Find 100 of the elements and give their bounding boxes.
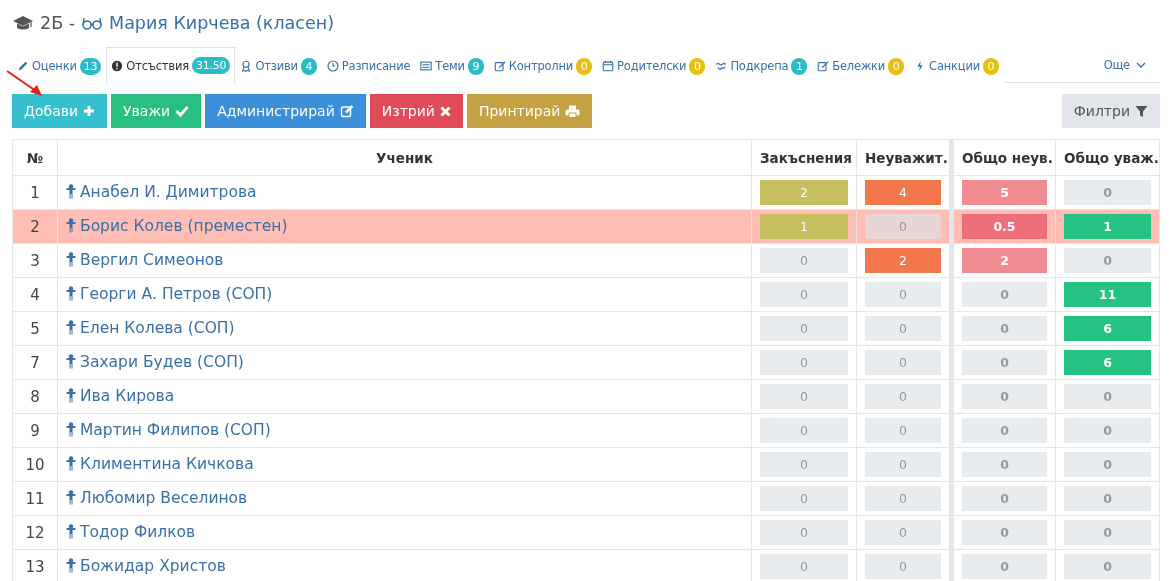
count-badge: 4 [300, 57, 317, 75]
count-badge: 13 [79, 57, 102, 75]
column-header: Закъснения [751, 139, 857, 176]
count-badge: 0 [962, 486, 1047, 511]
count-badge: 0 [888, 57, 905, 75]
count-badge: 0 [865, 384, 941, 409]
count-badge: 0 [865, 282, 941, 307]
calendar-icon [602, 59, 615, 73]
count-badge: 0 [865, 520, 941, 545]
student-link[interactable]: Захари Будев (СОП) [66, 352, 244, 371]
check-icon [175, 105, 190, 117]
count-badge: 0 [962, 350, 1047, 375]
row-number: 13 [12, 549, 58, 581]
count-badge: 0 [865, 214, 941, 239]
filter-icon [1135, 104, 1148, 118]
count-badge: 0 [1064, 452, 1151, 477]
count-badge: 0 [760, 452, 848, 477]
ribbon-icon [240, 59, 253, 73]
student-link[interactable]: Любомир Веселинов [66, 488, 248, 507]
row-number: 10 [12, 447, 58, 482]
student-link[interactable]: Вергил Симеонов [66, 250, 224, 269]
count-badge: 31.50 [191, 57, 231, 74]
count-badge: 0 [962, 520, 1047, 545]
count-badge: 0 [760, 520, 848, 545]
tab[interactable]: Отсъствия 31.50 [106, 47, 236, 83]
student-link[interactable]: Мартин Филипов (СОП) [66, 420, 271, 439]
count-badge: 0 [1064, 248, 1151, 273]
class-name: 2Б - [40, 13, 76, 33]
row-number: 5 [12, 311, 58, 346]
list-icon [420, 59, 433, 73]
count-badge: 0 [865, 418, 941, 443]
person-icon [66, 320, 76, 336]
pencil-icon [17, 59, 29, 73]
row-number: 7 [12, 345, 58, 380]
student-link[interactable]: Борис Колев (преместен) [66, 216, 288, 235]
count-badge: 0 [962, 452, 1047, 477]
person-icon [66, 388, 76, 404]
count-badge: 0 [576, 57, 593, 75]
column-header: Неуважит. [856, 139, 952, 176]
count-badge: 0 [760, 486, 848, 511]
count-badge: 0 [760, 316, 848, 341]
person-icon [66, 558, 76, 574]
close-icon [439, 105, 451, 117]
student-link[interactable]: Анабел И. Димитрова [66, 182, 257, 201]
student-link[interactable]: Тодор Филков [66, 522, 196, 541]
person-icon [66, 218, 76, 234]
student-link[interactable]: Ива Кирова [66, 386, 175, 405]
plus-icon [83, 105, 96, 117]
count-badge: 0 [865, 554, 941, 579]
count-badge: 0 [1064, 520, 1151, 545]
count-badge: 1 [791, 57, 808, 75]
person-icon [66, 490, 76, 506]
clock-icon [326, 59, 339, 73]
glasses-icon [81, 16, 104, 30]
edit-icon [339, 104, 354, 118]
count-badge: 0 [962, 282, 1047, 307]
count-badge: 9 [467, 57, 484, 75]
row-number: 2 [12, 209, 58, 244]
person-icon [66, 286, 76, 302]
count-badge: 0 [1064, 554, 1151, 579]
count-badge: 4 [865, 180, 941, 205]
edit-icon [817, 59, 830, 73]
count-badge: 0 [1064, 180, 1151, 205]
action-button[interactable]: Администрирай [205, 94, 366, 128]
info-icon [111, 58, 124, 73]
count-badge: 0 [962, 316, 1047, 341]
row-number: 1 [12, 175, 58, 210]
count-badge: 0 [1064, 486, 1151, 511]
person-icon [66, 456, 76, 472]
count-badge: 0 [865, 452, 941, 477]
count-badge: 0 [760, 350, 848, 375]
count-badge: 1 [760, 214, 848, 239]
teacher-name: Мария Кирчева (класен) [109, 13, 334, 33]
column-header: № [12, 139, 58, 176]
filter-button[interactable]: Филтри [1061, 94, 1160, 128]
count-badge: 6 [1064, 350, 1151, 375]
person-icon [66, 524, 76, 540]
student-link[interactable]: Елен Колева (СОП) [66, 318, 235, 337]
row-number: 12 [12, 515, 58, 550]
count-badge: 0 [962, 554, 1047, 579]
count-badge: 2 [962, 248, 1047, 273]
count-badge: 0 [1064, 384, 1151, 409]
count-badge: 0 [962, 418, 1047, 443]
count-badge: 6 [1064, 316, 1151, 341]
count-badge: 1 [1064, 214, 1151, 239]
count-badge: 0 [865, 350, 941, 375]
count-badge: 0 [760, 282, 848, 307]
row-number: 4 [12, 277, 58, 312]
action-button[interactable]: Изтрий [369, 94, 463, 128]
student-link[interactable]: Георги А. Петров (СОП) [66, 284, 273, 303]
row-number: 9 [12, 413, 58, 448]
column-header: Общо неув. [951, 139, 1056, 176]
student-link[interactable]: Божидар Христов [66, 556, 226, 575]
count-badge: 0 [865, 316, 941, 341]
column-header: Ученик [57, 139, 752, 176]
count-badge: 0 [760, 418, 848, 443]
more-menu[interactable]: Още [1095, 48, 1160, 82]
graduation-cap-icon [12, 15, 34, 31]
student-link[interactable]: Климентина Кичкова [66, 454, 254, 473]
count-badge: 0 [689, 57, 706, 75]
